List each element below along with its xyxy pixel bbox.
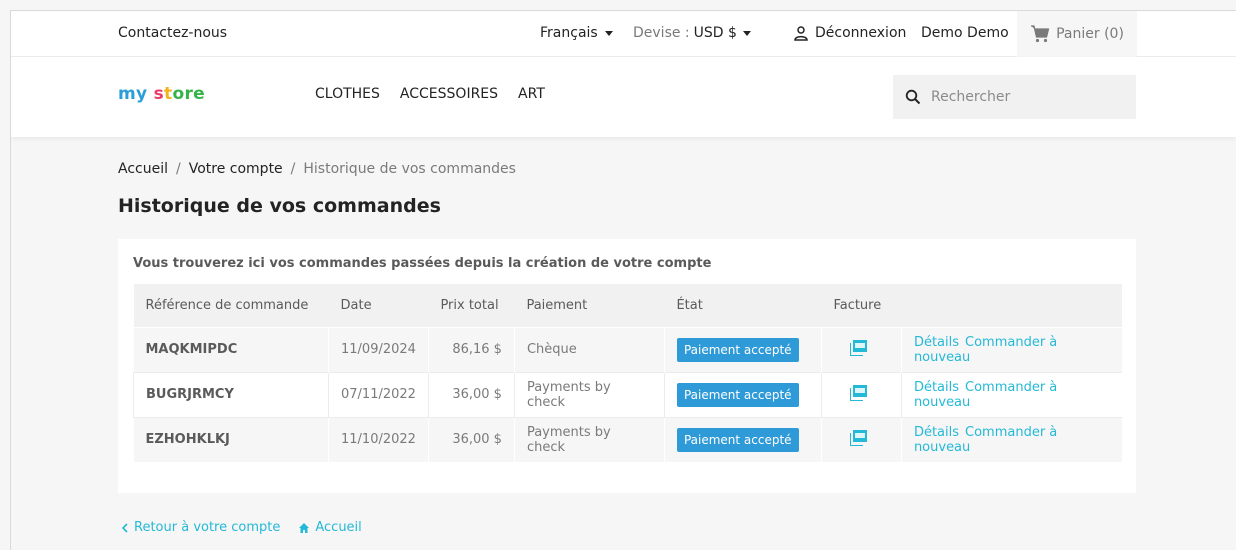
- breadcrumb-separator: /: [176, 161, 181, 177]
- order-total: 36,00 $: [427, 416, 515, 462]
- chevron-left-icon: [121, 522, 128, 533]
- pdf-icon[interactable]: [849, 384, 868, 401]
- page-title: Historique de vos commandes: [118, 195, 441, 217]
- orders-table: Référence de commande Date Prix total Pa…: [133, 284, 1122, 462]
- menu-item-art[interactable]: ART: [518, 86, 545, 102]
- main-header: my store CLOTHES ACCESSOIRES ART: [11, 57, 1236, 137]
- language-selector[interactable]: Français: [540, 25, 613, 41]
- home-icon: [299, 522, 310, 533]
- user-icon: [794, 26, 808, 41]
- menu-item-accessoires[interactable]: ACCESSOIRES: [400, 86, 498, 102]
- pdf-icon[interactable]: [849, 429, 868, 446]
- store-logo[interactable]: my store: [118, 84, 205, 104]
- menu-item-clothes[interactable]: CLOTHES: [315, 86, 380, 102]
- order-payment: Payments by check: [513, 371, 665, 418]
- home-label: Accueil: [315, 520, 362, 535]
- currency-selector[interactable]: Devise : USD $: [633, 25, 751, 41]
- chevron-down-icon: [604, 30, 613, 36]
- pdf-icon[interactable]: [849, 339, 868, 356]
- order-payment: Payments by check: [513, 416, 665, 462]
- order-total: 36,00 $: [427, 371, 515, 418]
- column-header-date: Date: [328, 284, 429, 327]
- order-status-cell: Paiement accepté: [663, 371, 822, 418]
- intro-text: Vous trouverez ici vos commandes passées…: [133, 256, 712, 271]
- cart-icon: [1031, 25, 1050, 43]
- order-date: 11/10/2022: [328, 416, 429, 462]
- top-nav: Contactez-nous Français Devise : USD $ D…: [11, 11, 1236, 57]
- table-row: EZHOHKLKJ 11/10/2022 36,00 $ Payments by…: [133, 416, 1122, 462]
- account-footer-links: Retour à votre compte Accueil: [121, 520, 362, 535]
- column-header-invoice: Facture: [821, 284, 902, 327]
- logout-link[interactable]: Déconnexion: [793, 25, 906, 41]
- order-history-card: Vous trouverez ici vos commandes passées…: [118, 239, 1136, 493]
- main-menu: CLOTHES ACCESSOIRES ART: [315, 86, 545, 102]
- column-header-reference: Référence de commande: [133, 284, 329, 327]
- table-row: MAQKMIPDC 11/09/2024 86,16 $ Chèque Paie…: [133, 326, 1122, 372]
- cart-button[interactable]: Panier (0): [1017, 11, 1137, 57]
- details-link[interactable]: Détails: [914, 335, 959, 350]
- table-row: BUGRJRMCY 07/11/2022 36,00 $ Payments by…: [133, 371, 1122, 418]
- column-header-total: Prix total: [428, 284, 515, 327]
- order-date: 11/09/2024: [328, 326, 429, 372]
- order-actions: Détails Commander à nouveau: [900, 416, 1122, 462]
- details-link[interactable]: Détails: [914, 425, 959, 440]
- breadcrumb: Accueil / Votre compte / Historique de v…: [118, 161, 516, 177]
- language-label: Français: [540, 25, 598, 41]
- contact-link[interactable]: Contactez-nous: [118, 25, 227, 41]
- status-badge: Paiement accepté: [676, 337, 799, 362]
- currency-value: USD $: [693, 25, 737, 41]
- order-total: 86,16 $: [427, 326, 515, 372]
- chevron-down-icon: [742, 30, 751, 36]
- order-actions: Détails Commander à nouveau: [900, 371, 1122, 418]
- column-header-actions: [901, 284, 1122, 327]
- invoice-cell: [820, 326, 902, 372]
- breadcrumb-home[interactable]: Accueil: [118, 161, 168, 177]
- currency-label: Devise :: [633, 25, 690, 41]
- breadcrumb-current: Historique de vos commandes: [303, 161, 516, 177]
- status-badge: Paiement accepté: [676, 427, 799, 452]
- back-to-account-label: Retour à votre compte: [134, 520, 281, 535]
- breadcrumb-account[interactable]: Votre compte: [189, 161, 283, 177]
- order-actions: Détails Commander à nouveau: [900, 326, 1122, 372]
- order-status-cell: Paiement accepté: [663, 326, 822, 372]
- breadcrumb-separator: /: [290, 161, 296, 177]
- order-payment: Chèque: [513, 326, 665, 372]
- table-header-row: Référence de commande Date Prix total Pa…: [133, 284, 1122, 327]
- home-link[interactable]: Accueil: [298, 520, 362, 535]
- browser-viewport: Contactez-nous Français Devise : USD $ D…: [10, 10, 1236, 550]
- column-header-status: État: [664, 284, 822, 327]
- back-to-account-link[interactable]: Retour à votre compte: [121, 520, 280, 535]
- search-box: [893, 75, 1136, 119]
- account-name-link[interactable]: Demo Demo: [921, 25, 1009, 41]
- logout-label: Déconnexion: [815, 25, 907, 41]
- order-reference: MAQKMIPDC: [133, 326, 329, 372]
- search-icon[interactable]: [905, 89, 921, 105]
- status-badge: Paiement accepté: [676, 382, 799, 407]
- invoice-cell: [820, 371, 902, 418]
- order-reference: EZHOHKLKJ: [133, 416, 329, 462]
- order-reference: BUGRJRMCY: [133, 371, 329, 418]
- order-status-cell: Paiement accepté: [663, 416, 822, 462]
- order-date: 07/11/2022: [328, 371, 429, 418]
- details-link[interactable]: Détails: [914, 380, 959, 395]
- search-input[interactable]: [931, 89, 1111, 105]
- column-header-payment: Paiement: [514, 284, 665, 327]
- invoice-cell: [820, 416, 902, 462]
- cart-label: Panier (0): [1056, 26, 1124, 42]
